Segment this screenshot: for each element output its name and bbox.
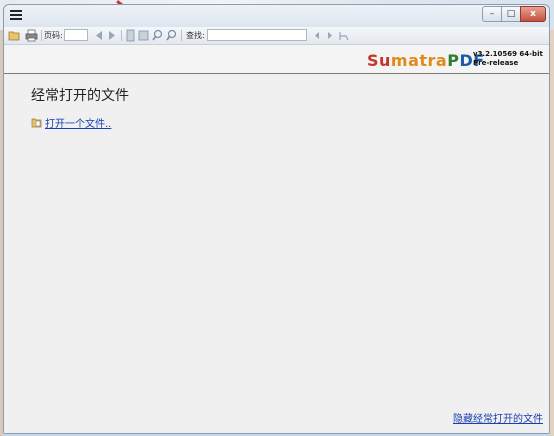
zoom-out-icon[interactable]: [152, 29, 163, 42]
main-content: SumatraPDF v3.2.10569 64-bit Pre-release…: [4, 45, 549, 433]
release-channel: Pre-release: [473, 59, 519, 67]
brand-bar: SumatraPDF v3.2.10569 64-bit Pre-release: [4, 45, 549, 74]
print-icon[interactable]: [25, 29, 38, 42]
toolbar-separator: [181, 30, 182, 41]
maximize-button[interactable]: □: [501, 6, 521, 22]
open-file-link[interactable]: 打开一个文件..: [31, 115, 111, 130]
prev-page-icon[interactable]: [93, 29, 105, 42]
find-input[interactable]: [207, 29, 307, 41]
hide-frequent-files-link[interactable]: 隐藏经常打开的文件: [453, 410, 543, 425]
close-button[interactable]: x: [520, 6, 546, 22]
sumatra-logo: SumatraPDF: [367, 51, 485, 70]
page-number-input[interactable]: [64, 29, 88, 41]
next-page-icon[interactable]: [106, 29, 118, 42]
toolbar: 页码: 查找:: [4, 27, 549, 45]
match-case-icon[interactable]: [338, 29, 350, 42]
version-info: v3.2.10569 64-bit Pre-release: [473, 50, 543, 68]
toolbar-separator: [121, 30, 122, 41]
page-title: 经常打开的文件: [31, 88, 129, 104]
title-bar: – □ x: [4, 5, 549, 27]
hamburger-icon[interactable]: [10, 10, 22, 22]
fit-page-icon[interactable]: [125, 29, 136, 42]
version-number: v3.2.10569 64-bit: [473, 50, 543, 58]
find-next-icon[interactable]: [324, 29, 336, 42]
sumatra-window: – □ x 页码: 查找: SumatraPDF v3.2.10569 64-b…: [3, 4, 550, 434]
open-icon[interactable]: [8, 29, 21, 42]
minimize-button[interactable]: –: [482, 6, 502, 22]
open-file-icon: [31, 118, 42, 128]
page-label: 页码:: [44, 31, 63, 40]
toolbar-separator: [41, 30, 42, 41]
open-file-label: 打开一个文件..: [45, 119, 112, 130]
desktop-edge: [550, 30, 554, 436]
zoom-in-icon[interactable]: [166, 29, 177, 42]
find-prev-icon[interactable]: [311, 29, 323, 42]
find-label: 查找:: [186, 31, 205, 40]
fit-width-icon[interactable]: [138, 29, 149, 42]
